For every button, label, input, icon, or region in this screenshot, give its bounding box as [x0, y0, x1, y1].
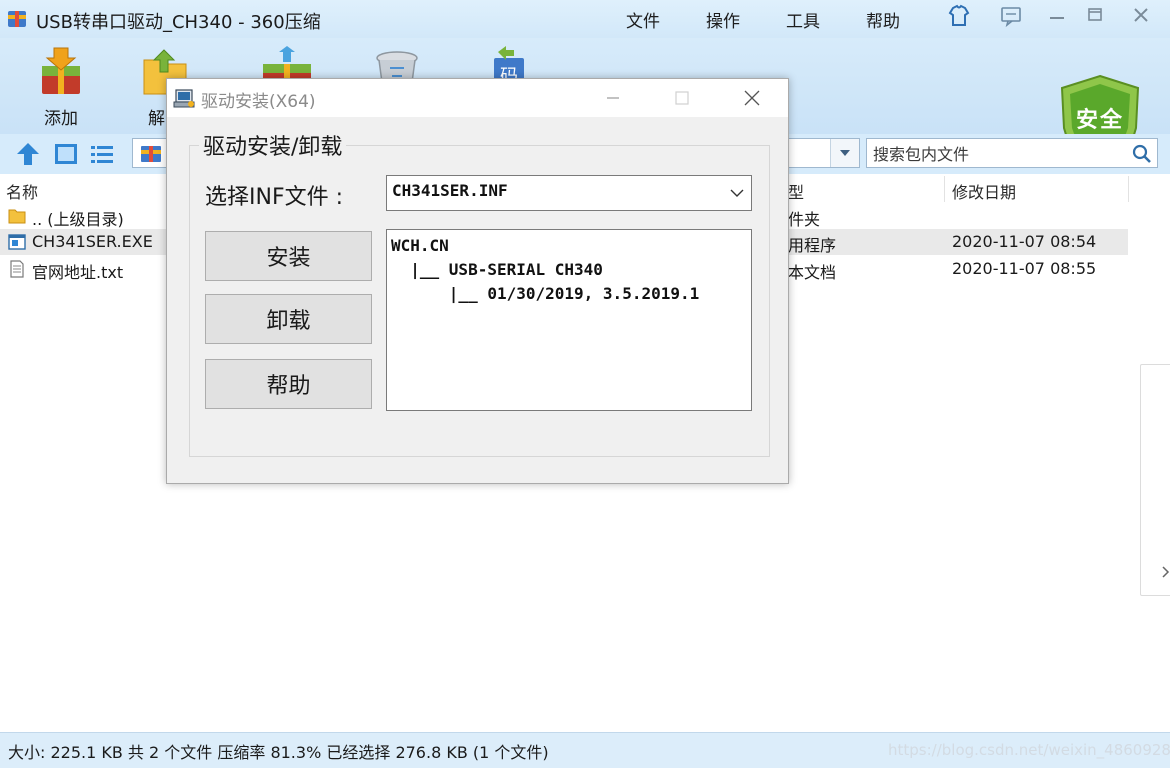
- thumbnail-view-icon[interactable]: [52, 140, 80, 168]
- chevron-down-icon[interactable]: [729, 186, 745, 200]
- driver-info-box: WCH.CN |__ USB-SERIAL CH340 |__ 01/30/20…: [386, 229, 752, 411]
- dialog-close-icon[interactable]: [729, 79, 775, 117]
- status-bar: 大小: 225.1 KB 共 2 个文件 压缩率 81.3% 已经选择 276.…: [0, 732, 1170, 768]
- search-icon[interactable]: [1131, 143, 1153, 165]
- security-label: 安全: [1075, 108, 1124, 133]
- inf-file-label: 选择INF文件 :: [205, 185, 344, 210]
- side-panel-toggle[interactable]: [1140, 364, 1170, 596]
- dialog-maximize-icon[interactable]: [659, 79, 705, 117]
- dialog-title: 驱动安装(X64): [201, 92, 316, 112]
- menu-operation[interactable]: 操作: [706, 7, 740, 32]
- file-type: 本文档: [788, 263, 837, 282]
- add-archive-icon: [42, 47, 80, 94]
- column-modified[interactable]: 修改日期: [952, 179, 1016, 203]
- uninstall-button[interactable]: 卸载: [205, 294, 372, 344]
- feedback-icon[interactable]: [996, 3, 1026, 29]
- search-input[interactable]: [871, 142, 1125, 166]
- column-type[interactable]: 型: [788, 179, 804, 203]
- file-modified: 2020-11-07 08:55: [952, 259, 1097, 278]
- exe-icon: [8, 234, 26, 250]
- path-dropdown-button[interactable]: [830, 139, 859, 167]
- up-arrow-icon[interactable]: [14, 140, 42, 168]
- file-name: 官网地址.txt: [32, 263, 124, 282]
- install-button[interactable]: 安装: [205, 231, 372, 281]
- menu-help[interactable]: 帮助: [866, 7, 900, 32]
- add-button[interactable]: 添加: [24, 42, 98, 130]
- column-divider[interactable]: [944, 176, 945, 202]
- dialog-title-bar: 驱动安装(X64): [167, 79, 788, 117]
- info-line: WCH.CN: [391, 236, 449, 255]
- info-line: |__ 01/30/2019, 3.5.2019.1: [391, 284, 700, 303]
- list-view-icon[interactable]: [88, 140, 116, 168]
- column-name[interactable]: 名称: [6, 179, 38, 203]
- file-type: 件夹: [788, 210, 821, 229]
- chevron-right-icon: [1162, 566, 1170, 578]
- search-box[interactable]: [866, 138, 1158, 168]
- chevron-down-icon: [840, 150, 850, 156]
- file-name: .. (上级目录): [32, 210, 124, 229]
- dialog-minimize-icon[interactable]: [590, 79, 636, 117]
- file-modified: 2020-11-07 08:54: [952, 232, 1097, 251]
- info-line: |__ USB-SERIAL CH340: [391, 260, 603, 279]
- archive-app-icon: [8, 11, 26, 27]
- skin-shirt-icon[interactable]: [944, 3, 974, 29]
- title-bar: USB转串口驱动_CH340 - 360压缩 文件 操作 工具 帮助: [0, 0, 1170, 38]
- text-file-icon: [10, 260, 24, 278]
- add-label: 添加: [44, 109, 78, 129]
- driver-setup-icon: [173, 89, 195, 108]
- window-title: USB转串口驱动_CH340 - 360压缩: [36, 12, 321, 33]
- folder-icon: [8, 209, 26, 224]
- watermark: https://blog.csdn.net/weixin_48609289: [888, 741, 1170, 759]
- status-text: 大小: 225.1 KB 共 2 个文件 压缩率 81.3% 已经选择 276.…: [8, 743, 549, 762]
- minimize-icon[interactable]: [1042, 3, 1072, 29]
- inf-file-value: CH341SER.INF: [392, 181, 508, 200]
- close-icon[interactable]: [1126, 3, 1156, 29]
- archive-path-icon: [141, 146, 161, 162]
- inf-file-select[interactable]: CH341SER.INF: [386, 175, 752, 211]
- help-button[interactable]: 帮助: [205, 359, 372, 409]
- driver-install-dialog: 驱动安装(X64) 驱动安装/卸载 选择INF文件 : CH341SER.INF…: [166, 78, 789, 484]
- maximize-icon[interactable]: [1080, 3, 1110, 29]
- file-type: 用程序: [788, 236, 837, 255]
- file-name: CH341SER.EXE: [32, 232, 153, 251]
- menu-tools[interactable]: 工具: [786, 7, 820, 32]
- column-divider[interactable]: [1128, 176, 1129, 202]
- menu-file[interactable]: 文件: [626, 7, 660, 32]
- group-title: 驱动安装/卸载: [199, 129, 347, 161]
